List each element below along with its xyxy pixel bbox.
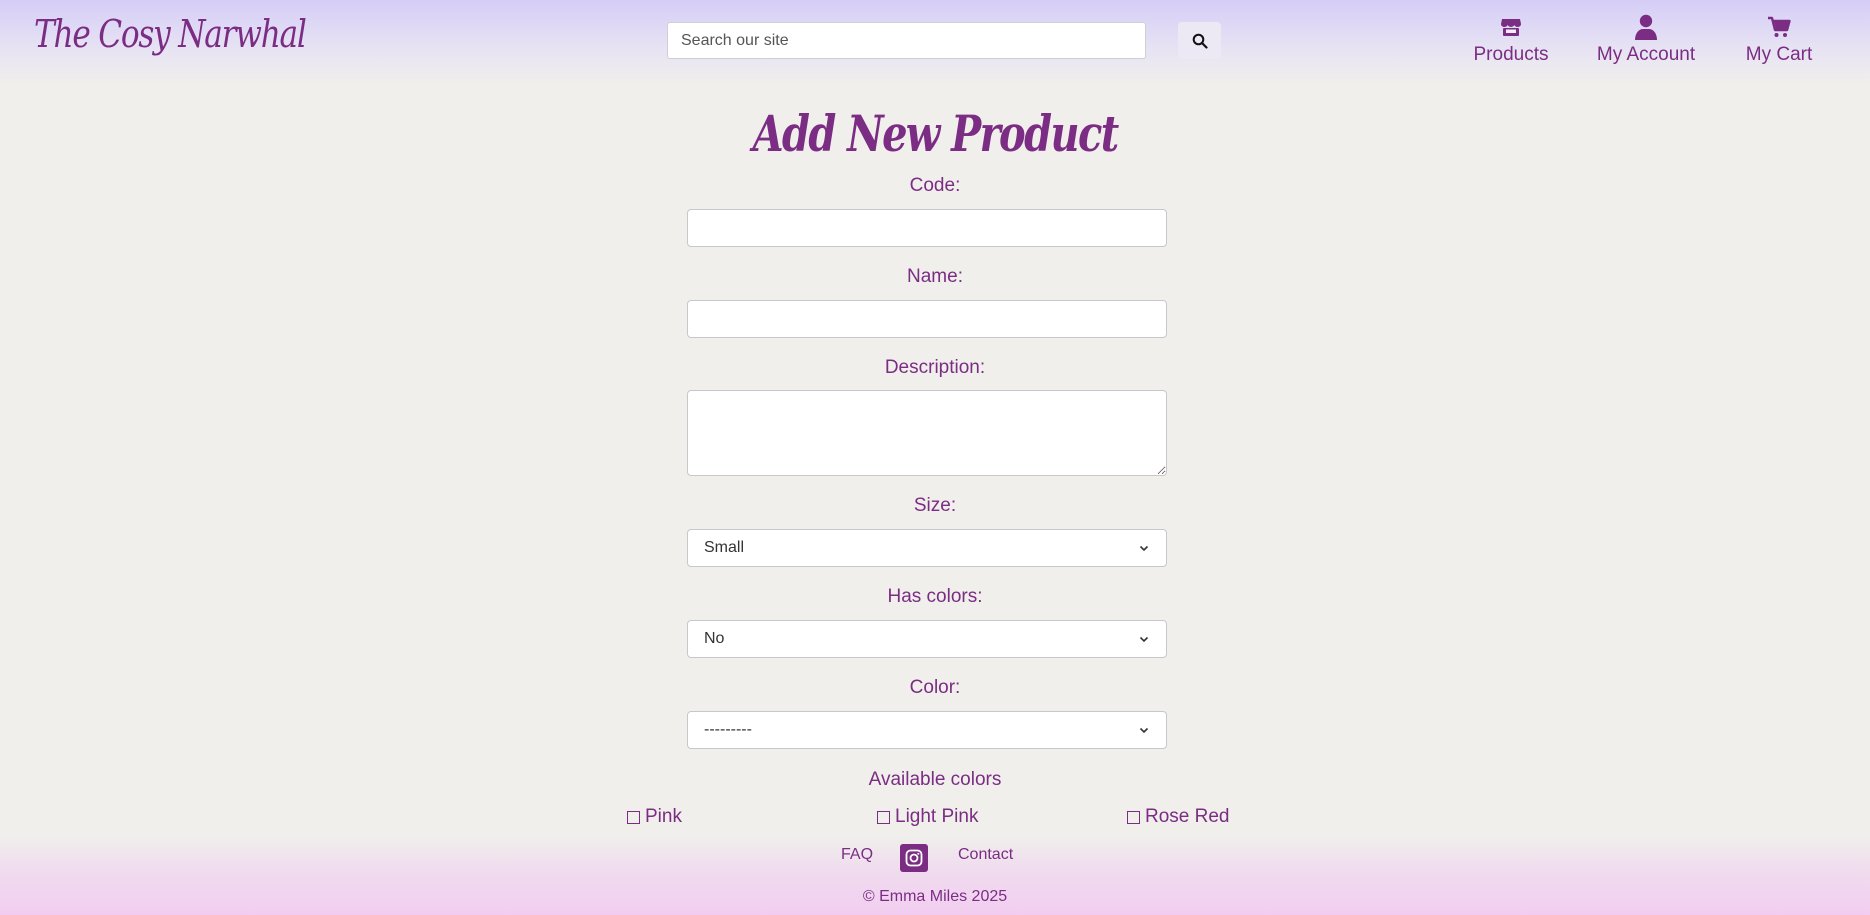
color-label: Color:: [909, 677, 961, 698]
color-option-label: Rose Red: [1145, 806, 1230, 827]
description-textarea[interactable]: [687, 390, 1167, 476]
copyright: © Emma Miles 2025: [862, 888, 1008, 905]
user-icon: [1635, 12, 1657, 42]
available-colors-heading: Available colors: [868, 769, 1002, 790]
checkbox[interactable]: [877, 810, 890, 824]
nav-products-label: Products: [1473, 44, 1549, 65]
chevron-down-icon: [1139, 727, 1149, 734]
has-colors-select-value: No: [704, 630, 725, 647]
contact-link[interactable]: Contact: [958, 846, 1013, 864]
instagram-link[interactable]: [900, 844, 928, 872]
color-option-pink[interactable]: Pink: [627, 806, 682, 828]
page-title: Add New Product: [0, 104, 1870, 163]
size-label: Size:: [913, 495, 957, 516]
color-option-rose-red[interactable]: Rose Red: [1127, 806, 1230, 828]
chevron-down-icon: [1139, 545, 1149, 552]
color-option-light-pink[interactable]: Light Pink: [877, 806, 978, 828]
faq-link[interactable]: FAQ: [841, 846, 873, 864]
color-select-value: ---------: [704, 721, 752, 738]
nav-my-cart-label: My Cart: [1745, 44, 1813, 65]
nav-my-account-label: My Account: [1596, 44, 1696, 65]
nav-products[interactable]: Products: [1473, 12, 1549, 66]
size-select[interactable]: Small: [687, 529, 1167, 567]
checkbox[interactable]: [627, 810, 640, 824]
search-input[interactable]: [667, 22, 1146, 59]
instagram-icon: [905, 849, 923, 867]
code-input[interactable]: [687, 209, 1167, 247]
search-button[interactable]: [1178, 22, 1221, 59]
store-icon: [1500, 12, 1522, 42]
color-option-label: Pink: [645, 806, 682, 827]
site-logo[interactable]: The Cosy Narwhal: [34, 12, 307, 56]
code-label: Code:: [909, 175, 961, 196]
chevron-down-icon: [1139, 636, 1149, 643]
has-colors-label: Has colors:: [887, 586, 983, 607]
nav-my-account[interactable]: My Account: [1596, 12, 1696, 66]
cart-icon: [1767, 12, 1791, 42]
color-option-label: Light Pink: [895, 806, 979, 827]
page-title-text: Add New Product: [752, 104, 1119, 163]
color-select[interactable]: ---------: [687, 711, 1167, 749]
checkbox[interactable]: [1127, 810, 1140, 824]
search-icon: [1192, 33, 1208, 49]
nav-my-cart[interactable]: My Cart: [1745, 12, 1813, 66]
description-label: Description:: [884, 357, 986, 378]
name-input[interactable]: [687, 300, 1167, 338]
name-label: Name:: [907, 266, 963, 287]
has-colors-select[interactable]: No: [687, 620, 1167, 658]
size-select-value: Small: [704, 539, 745, 556]
